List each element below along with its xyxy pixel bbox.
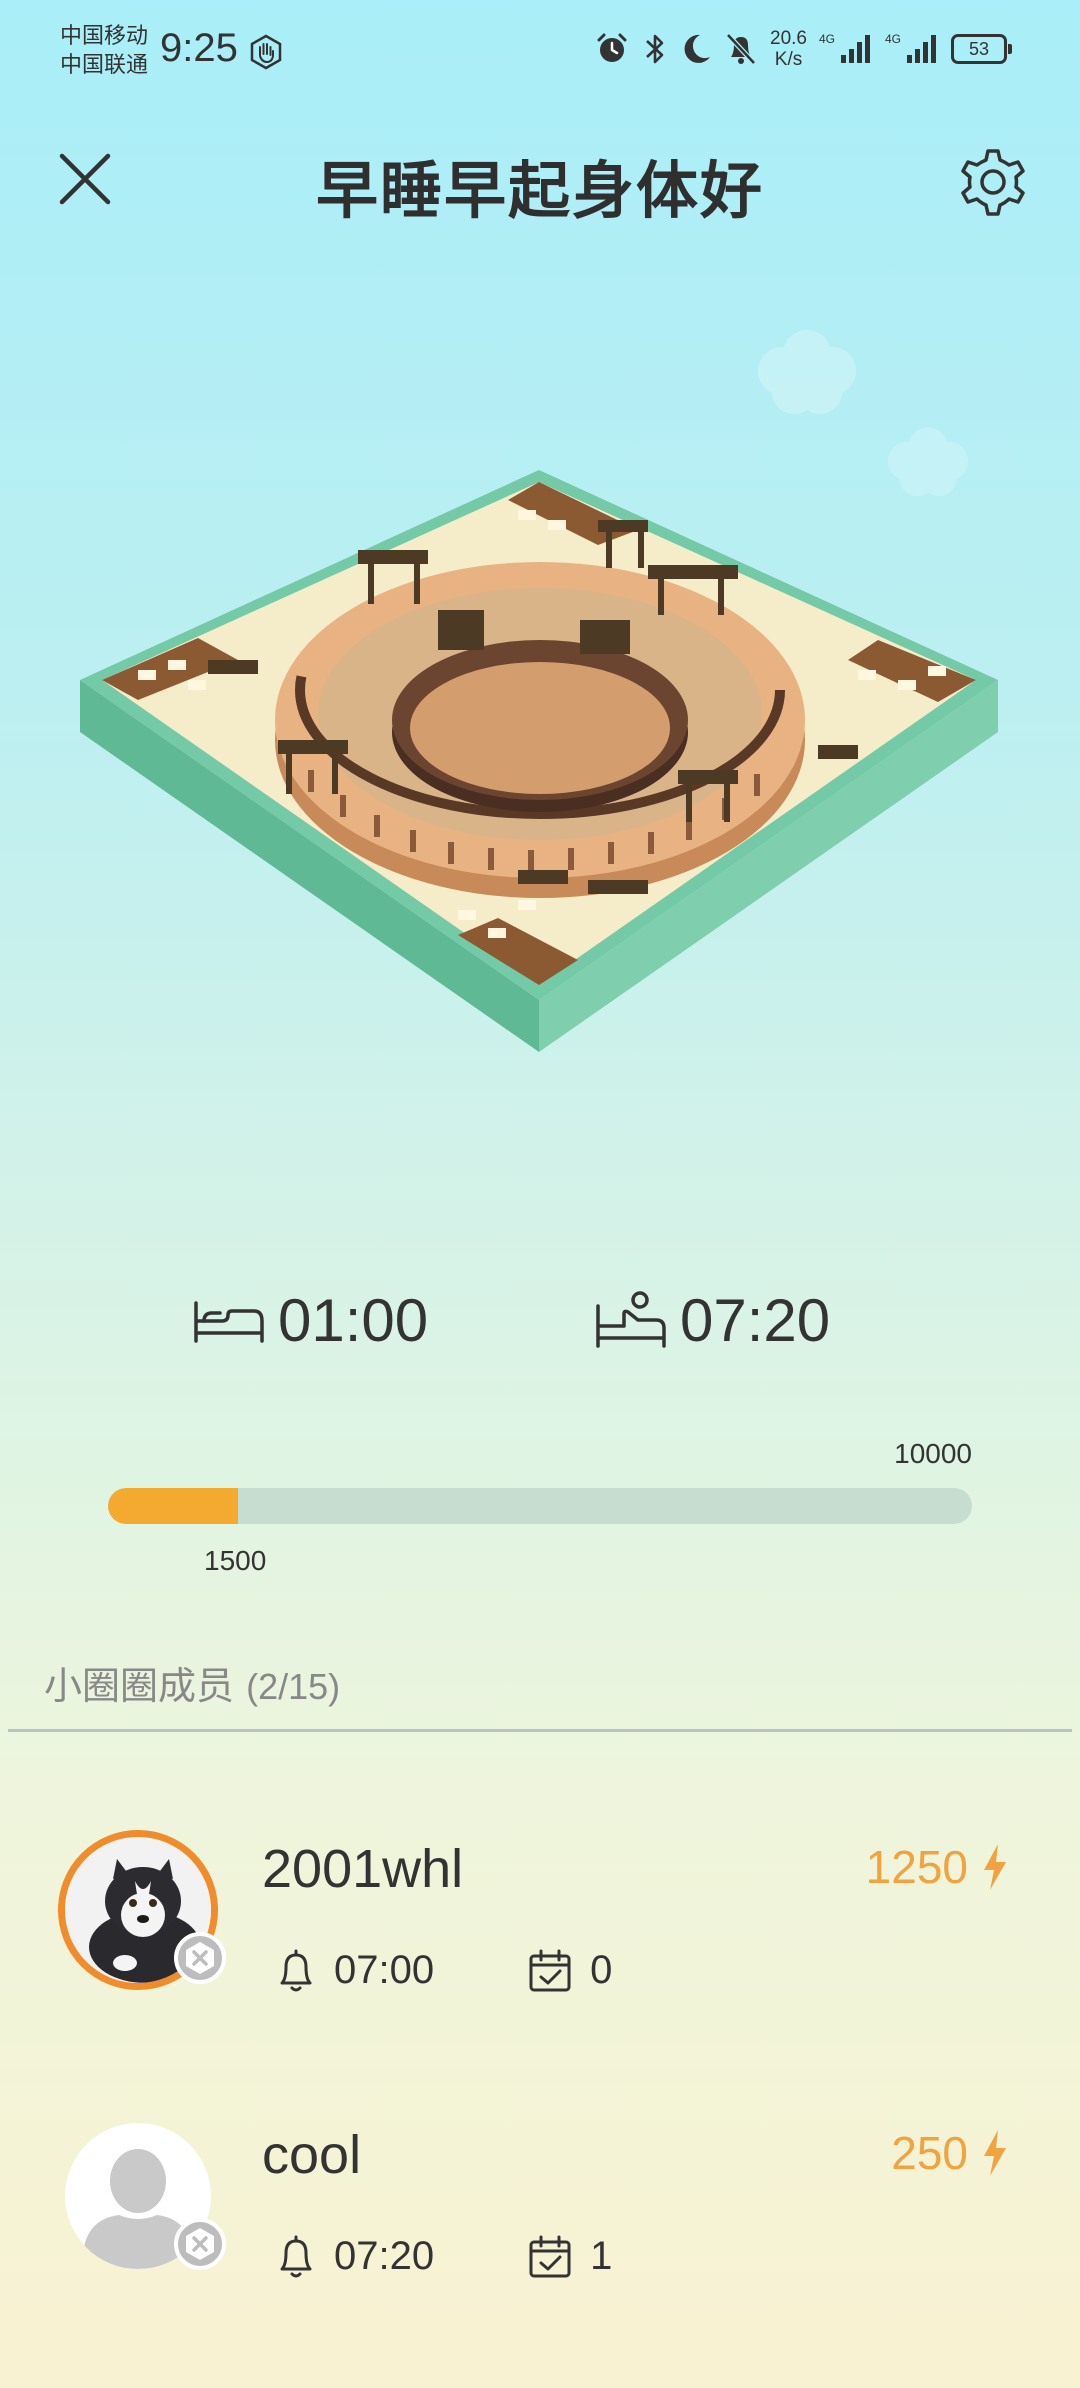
cloud-decoration [758, 330, 856, 414]
remove-member-icon[interactable] [174, 1932, 226, 1984]
bell-alarm-icon [280, 2235, 312, 2277]
progress-track [108, 1488, 972, 1524]
calendar-check-icon [529, 1949, 571, 1991]
member-name: 2001whl [262, 1839, 464, 1899]
member-meta: 07:20 1 [276, 2234, 612, 2279]
members-header: 小圈圈成员 (2/15) [44, 1655, 340, 1710]
members-title: 小圈圈成员 [44, 1664, 235, 1708]
bed-sleep-icon [194, 1301, 264, 1343]
member-energy-value: 250 [891, 2127, 968, 2179]
colosseum-island-illustration [80, 470, 998, 1052]
member-alarm-time: 07:20 [334, 2234, 435, 2278]
member-checkin-count: 1 [590, 2234, 613, 2278]
member-alarm-time: 07:00 [334, 1948, 435, 1992]
network-speed-unit: K/s [774, 49, 803, 70]
member-energy-value: 1250 [865, 1841, 968, 1893]
carrier-2: 中国联通 [60, 53, 149, 78]
page-title: 早睡早起身体好 [315, 154, 764, 227]
avatar[interactable] [58, 2116, 226, 2276]
members-count: (2/15) [246, 1666, 341, 1707]
status-clock: 9:25 [160, 26, 238, 70]
member-row[interactable]: 2001whl 1250 07:00 0 [0, 1830, 1080, 2030]
signal-icon-1 [841, 35, 870, 63]
divider [8, 1729, 1072, 1732]
member-meta: 07:00 0 [276, 1948, 612, 1993]
progress-current: 1500 [204, 1545, 267, 1576]
alarm-icon [597, 33, 627, 62]
hand-icon [250, 34, 282, 70]
wake-time: 07:20 [680, 1286, 831, 1354]
bed-wake-icon [596, 1291, 666, 1348]
lightning-icon [984, 2130, 1006, 2176]
bell-alarm-icon [280, 1949, 312, 1991]
member-energy: 1250 [866, 1840, 1008, 1894]
network-speed-value: 20.6 [770, 28, 807, 49]
member-name: cool [262, 2125, 362, 2185]
network-tag-1: 4G [818, 32, 835, 46]
calendar-check-icon [529, 2235, 571, 2277]
network-tag-2: 4G [885, 32, 902, 46]
progress-fill [108, 1488, 238, 1524]
member-row[interactable]: cool 250 07:20 1 [0, 2116, 1080, 2316]
member-checkin-count: 0 [590, 1948, 613, 1992]
sleep-time: 01:00 [278, 1286, 429, 1354]
status-icons: 20.6 K/s 4G 4G 53 [594, 28, 1013, 70]
settings-gear-icon[interactable] [955, 145, 1031, 221]
carrier-labels: 中国移动 中国联通 [60, 22, 148, 80]
mute-bell-icon [726, 33, 756, 65]
moon-icon [684, 34, 710, 63]
sleep-time-group: 01:00 [192, 1280, 428, 1360]
battery-indicator: 53 [951, 34, 1013, 64]
network-speed: 20.6 K/s [770, 28, 807, 70]
lightning-icon [984, 1844, 1006, 1890]
avatar[interactable] [58, 1830, 226, 1990]
remove-member-icon[interactable] [174, 2218, 226, 2270]
progress-goal: 10000 [894, 1438, 972, 1469]
carrier-1: 中国移动 [60, 24, 149, 49]
member-energy: 250 [891, 2126, 1008, 2180]
wake-time-group: 07:20 [594, 1280, 830, 1360]
signal-icon-2 [907, 35, 937, 63]
bluetooth-icon [646, 34, 664, 64]
